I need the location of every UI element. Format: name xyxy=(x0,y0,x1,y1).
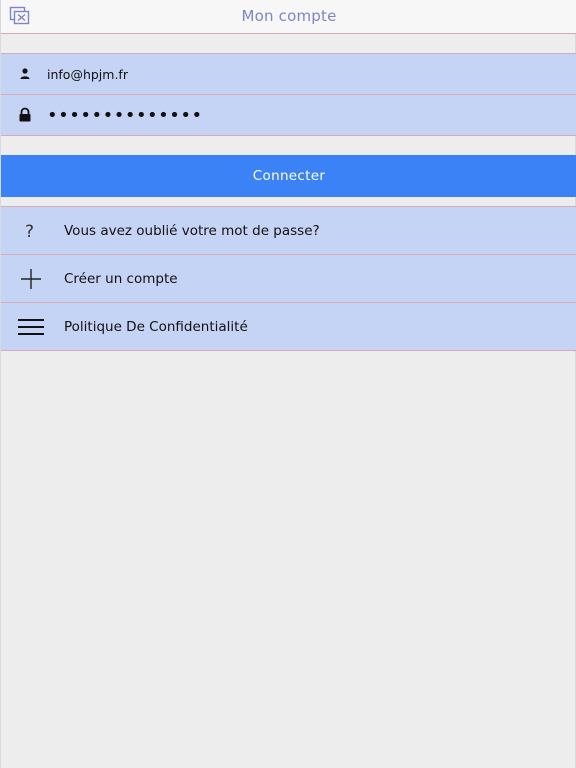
password-row[interactable]: •••••••••••••• xyxy=(1,94,576,136)
email-row[interactable] xyxy=(1,53,576,94)
menu-item-label: Politique De Confidentialité xyxy=(64,319,248,335)
password-field[interactable]: •••••••••••••• xyxy=(47,95,203,135)
menu-item-label: Vous avez oublié votre mot de passe? xyxy=(64,223,320,239)
forgot-password-item[interactable]: ? Vous avez oublié votre mot de passe? xyxy=(1,206,576,254)
svg-text:?: ? xyxy=(25,222,34,242)
connect-button[interactable]: Connecter xyxy=(1,155,576,197)
header-bar: Mon compte xyxy=(1,0,576,34)
menu-item-label: Créer un compte xyxy=(64,271,178,287)
email-field[interactable] xyxy=(47,54,547,94)
plus-icon xyxy=(17,267,45,291)
app-screen: Mon compte •••••••••••••• Connecter ? xyxy=(0,0,576,768)
user-icon xyxy=(17,66,33,82)
question-icon: ? xyxy=(17,219,45,243)
privacy-policy-item[interactable]: Politique De Confidentialité xyxy=(1,302,576,351)
lock-icon xyxy=(17,107,33,123)
page-title: Mon compte xyxy=(241,7,337,25)
create-account-item[interactable]: Créer un compte xyxy=(1,254,576,302)
hamburger-icon xyxy=(17,315,45,339)
